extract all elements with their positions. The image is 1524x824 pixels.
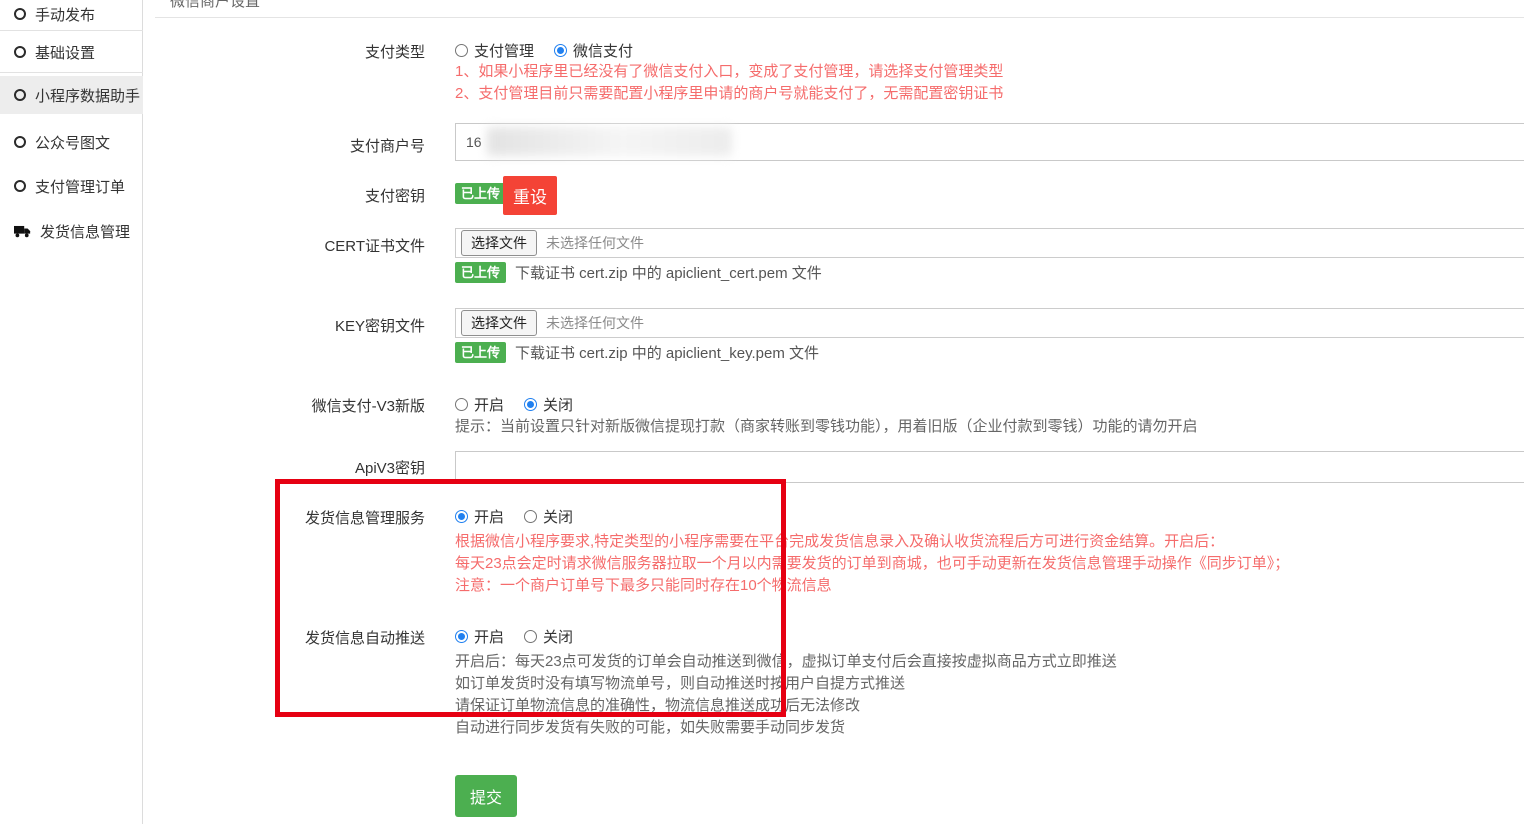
radio-label: 关闭	[543, 626, 573, 647]
redaction-blur	[487, 127, 732, 156]
shipping-service-hints: 根据微信小程序要求,特定类型的小程序需要在平台完成发货信息录入及确认收货流程后方…	[455, 531, 1289, 597]
cert-uploaded-line: 已上传 下载证书 cert.zip 中的 apiclient_cert.pem …	[455, 262, 822, 283]
submit-button[interactable]: 提交	[455, 775, 517, 817]
key-file-input[interactable]: 选择文件 未选择任何文件	[455, 308, 1524, 338]
choose-file-button[interactable]: 选择文件	[461, 310, 537, 336]
key-file-label: KEY密钥文件	[250, 315, 425, 336]
radio-unchecked-icon	[455, 398, 468, 411]
pay-key-label: 支付密钥	[250, 185, 425, 206]
cert-file-input[interactable]: 选择文件 未选择任何文件	[455, 228, 1524, 258]
uploaded-badge: 已上传	[455, 262, 506, 283]
hint-line: 注意：一个商户订单号下最多只能同时存在10个物流信息	[455, 575, 1289, 597]
hint-line: 开启后：每天23点可发货的订单会自动推送到微信，虚拟订单支付后会直接按虚拟商品方…	[455, 651, 1117, 673]
sidebar-item-official-account-articles[interactable]: 公众号图文	[0, 125, 143, 159]
key-hint-text: 下载证书 cert.zip 中的 apiclient_key.pem 文件	[515, 342, 819, 363]
apiv3-label: ApiV3密钥	[250, 457, 425, 478]
radio-unchecked-icon	[455, 44, 468, 57]
sidebar-divider	[0, 30, 143, 31]
merchant-id-label: 支付商户号	[250, 135, 425, 156]
hint-line: 自动进行同步发货有失败的可能，如失败需要手动同步发货	[455, 717, 1117, 739]
header-divider	[155, 17, 1524, 18]
shipping-service-option-on[interactable]: 开启	[455, 506, 504, 527]
radio-label: 关闭	[543, 394, 573, 415]
hint-line: 每天23点会定时请求微信服务器拉取一个月以内需要发货的订单到商城，也可手动更新在…	[455, 553, 1289, 575]
no-file-text: 未选择任何文件	[546, 313, 644, 333]
cert-file-label: CERT证书文件	[250, 235, 425, 256]
reset-button[interactable]: 重设	[503, 176, 557, 215]
pay-type-radio-group: 支付管理 微信支付	[455, 40, 633, 61]
shipping-service-label: 发货信息管理服务	[250, 507, 425, 528]
v3-option-off[interactable]: 关闭	[524, 394, 573, 415]
sidebar-item-basic-settings[interactable]: 基础设置	[0, 35, 143, 69]
shipping-push-hints: 开启后：每天23点可发货的订单会自动推送到微信，虚拟订单支付后会直接按虚拟商品方…	[455, 651, 1117, 739]
v3-label: 微信支付-V3新版	[250, 395, 425, 416]
circle-icon	[14, 136, 26, 148]
sidebar-item-payment-orders[interactable]: 支付管理订单	[0, 169, 143, 203]
sidebar-item-label: 发货信息管理	[40, 221, 130, 242]
hint-line: 根据微信小程序要求,特定类型的小程序需要在平台完成发货信息录入及确认收货流程后方…	[455, 531, 1289, 553]
shipping-push-option-on[interactable]: 开启	[455, 626, 504, 647]
circle-icon	[14, 89, 26, 101]
radio-label: 支付管理	[474, 40, 534, 61]
apiv3-input[interactable]	[455, 451, 1524, 483]
radio-unchecked-icon	[524, 510, 537, 523]
radio-label: 开启	[474, 394, 504, 415]
radio-checked-icon	[524, 398, 537, 411]
pay-type-label: 支付类型	[250, 41, 425, 62]
pay-type-option-manage[interactable]: 支付管理	[455, 40, 534, 61]
shipping-push-option-off[interactable]: 关闭	[524, 626, 573, 647]
uploaded-badge: 已上传	[455, 183, 506, 204]
sidebar-item-manual-publish[interactable]: 手动发布	[0, 0, 143, 31]
sidebar: 手动发布 基础设置 小程序数据助手 公众号图文 支付管理订单 发货信息管理	[0, 0, 143, 824]
hint-line: 请保证订单物流信息的准确性，物流信息推送成功后无法修改	[455, 695, 1117, 717]
sidebar-item-shipping-info[interactable]: 发货信息管理	[0, 214, 143, 248]
v3-radio-group: 开启 关闭	[455, 394, 573, 415]
pay-type-hints: 1、如果小程序里已经没有了微信支付入口，变成了支付管理，请选择支付管理类型 2、…	[455, 61, 1003, 104]
uploaded-badge: 已上传	[455, 342, 506, 363]
hint-line: 2、支付管理目前只需要配置小程序里申请的商户号就能支付了，无需配置密钥证书	[455, 83, 1003, 105]
sidebar-item-label: 公众号图文	[35, 132, 110, 153]
v3-hint: 提示：当前设置只针对新版微信提现打款（商家转账到零钱功能），用着旧版（企业付款到…	[455, 416, 1198, 438]
hint-line: 1、如果小程序里已经没有了微信支付入口，变成了支付管理，请选择支付管理类型	[455, 61, 1003, 83]
v3-option-on[interactable]: 开启	[455, 394, 504, 415]
pay-type-option-wechat[interactable]: 微信支付	[554, 40, 633, 61]
truck-icon	[14, 225, 31, 238]
radio-checked-icon	[554, 44, 567, 57]
shipping-service-option-off[interactable]: 关闭	[524, 506, 573, 527]
circle-icon	[14, 180, 26, 192]
hint-line: 如订单发货时没有填写物流单号，则自动推送时按用户自提方式推送	[455, 673, 1117, 695]
sidebar-divider	[0, 72, 143, 73]
sidebar-item-label: 支付管理订单	[35, 176, 125, 197]
sidebar-item-label: 小程序数据助手	[35, 85, 140, 106]
no-file-text: 未选择任何文件	[546, 233, 644, 253]
sidebar-item-miniprogram-data-assistant[interactable]: 小程序数据助手	[0, 76, 143, 114]
sidebar-item-label: 手动发布	[35, 4, 95, 25]
key-uploaded-line: 已上传 下载证书 cert.zip 中的 apiclient_key.pem 文…	[455, 342, 819, 363]
radio-label: 关闭	[543, 506, 573, 527]
circle-icon	[14, 46, 26, 58]
circle-icon	[14, 8, 26, 20]
radio-unchecked-icon	[524, 630, 537, 643]
shipping-push-label: 发货信息自动推送	[250, 627, 425, 648]
radio-checked-icon	[455, 630, 468, 643]
page-title: 微信商户设置	[170, 0, 260, 11]
shipping-service-radio-group: 开启 关闭	[455, 506, 573, 527]
radio-label: 开启	[474, 506, 504, 527]
radio-label: 开启	[474, 626, 504, 647]
sidebar-item-label: 基础设置	[35, 42, 95, 63]
radio-checked-icon	[455, 510, 468, 523]
radio-label: 微信支付	[573, 40, 633, 61]
shipping-push-radio-group: 开启 关闭	[455, 626, 573, 647]
cert-hint-text: 下载证书 cert.zip 中的 apiclient_cert.pem 文件	[515, 262, 822, 283]
choose-file-button[interactable]: 选择文件	[461, 230, 537, 256]
